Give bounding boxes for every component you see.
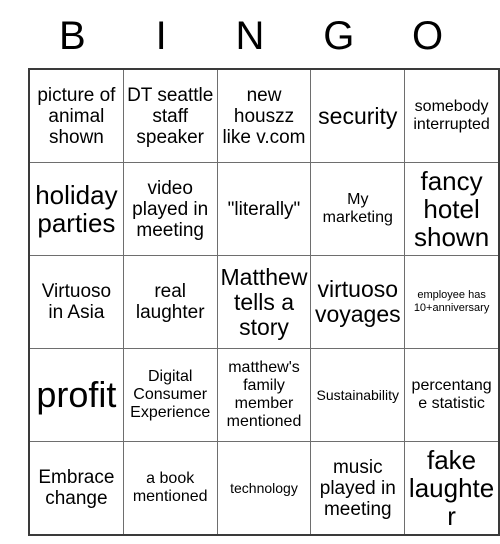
bingo-cell-label: video played in meeting [132, 177, 209, 241]
bingo-cell-label: percentange statistic [411, 377, 492, 412]
header-letter-i: I [155, 14, 167, 58]
bingo-cell[interactable]: Sustainability [310, 348, 406, 442]
bingo-cell-label: matthew's family member mentioned [226, 359, 302, 430]
bingo-cell-label: holiday parties [35, 180, 118, 238]
bingo-cell[interactable]: percentange statistic [404, 348, 500, 442]
bingo-cell[interactable]: music played in meeting [310, 441, 406, 536]
bingo-cell[interactable]: security [310, 68, 406, 163]
bingo-cell-label: somebody interrupted [413, 98, 490, 133]
bingo-cell-label: My marketing [322, 191, 393, 226]
bingo-cell[interactable]: Matthew tells a story [216, 255, 312, 349]
bingo-card: B I N G O picture of animal shown DT sea… [0, 0, 500, 544]
bingo-cell[interactable]: a book mentioned [122, 441, 218, 536]
bingo-cell-label: virtuoso voyages [314, 276, 401, 327]
bingo-row: holiday parties video played in meeting … [28, 162, 500, 256]
bingo-cell[interactable]: somebody interrupted [404, 68, 500, 163]
header-letter-n: N [235, 14, 265, 58]
bingo-cell[interactable]: new houszz like v.com [216, 68, 312, 163]
bingo-cell[interactable]: Digital Consumer Experience [122, 348, 218, 442]
bingo-cell[interactable]: fancy hotel shown [404, 162, 500, 256]
bingo-cell-label: technology [230, 480, 298, 496]
header-letter-g: G [323, 14, 355, 58]
bingo-cell[interactable]: employee has 10+anniversary [404, 255, 500, 349]
bingo-row: Embrace change a book mentioned technolo… [28, 441, 500, 536]
header-letter-o: O [412, 14, 444, 58]
bingo-cell[interactable]: Embrace change [28, 441, 124, 536]
bingo-cell[interactable]: matthew's family member mentioned [216, 348, 312, 442]
bingo-cell-label: picture of animal shown [37, 84, 116, 148]
bingo-cell-label: fancy hotel shown [414, 166, 490, 252]
bingo-cell-label: employee has 10+anniversary [413, 289, 490, 314]
bingo-cell-label: DT seattle staff speaker [127, 84, 214, 148]
bingo-cell[interactable]: "literally" [216, 162, 312, 256]
bingo-cell[interactable]: fake laughter [404, 441, 500, 536]
bingo-cell[interactable]: profit [28, 348, 124, 442]
bingo-cell-label: "literally" [227, 198, 301, 220]
bingo-cell[interactable]: real laughter [122, 255, 218, 349]
bingo-row: profit Digital Consumer Experience matth… [28, 348, 500, 442]
bingo-cell-label: Virtuoso in Asia [41, 281, 112, 323]
bingo-cell[interactable]: My marketing [310, 162, 406, 256]
bingo-header: B I N G O [28, 0, 472, 58]
bingo-cell-label: profit [36, 374, 117, 415]
bingo-cell-label: fake laughter [408, 445, 495, 531]
bingo-cell[interactable]: technology [216, 441, 312, 536]
bingo-cell-label: music played in meeting [319, 456, 396, 520]
bingo-cell[interactable]: DT seattle staff speaker [122, 68, 218, 163]
bingo-cell-label: security [318, 102, 398, 129]
bingo-cell[interactable]: holiday parties [28, 162, 124, 256]
bingo-cell-label: new houszz like v.com [222, 84, 306, 148]
bingo-grid: picture of animal shown DT seattle staff… [28, 68, 500, 536]
bingo-cell-label: Embrace change [38, 467, 115, 509]
bingo-cell-label: real laughter [135, 281, 205, 323]
bingo-row: Virtuoso in Asia real laughter Matthew t… [28, 255, 500, 349]
bingo-cell-label: Matthew tells a story [220, 263, 308, 340]
bingo-cell[interactable]: virtuoso voyages [310, 255, 406, 349]
bingo-cell-label: Sustainability [316, 387, 400, 403]
bingo-cell[interactable]: video played in meeting [122, 162, 218, 256]
bingo-cell-label: Digital Consumer Experience [130, 368, 211, 421]
header-letter-b: B [59, 14, 86, 58]
bingo-cell-label: a book mentioned [132, 470, 208, 505]
bingo-cell[interactable]: Virtuoso in Asia [28, 255, 124, 349]
bingo-cell[interactable]: picture of animal shown [28, 68, 124, 163]
bingo-row: picture of animal shown DT seattle staff… [28, 68, 500, 163]
